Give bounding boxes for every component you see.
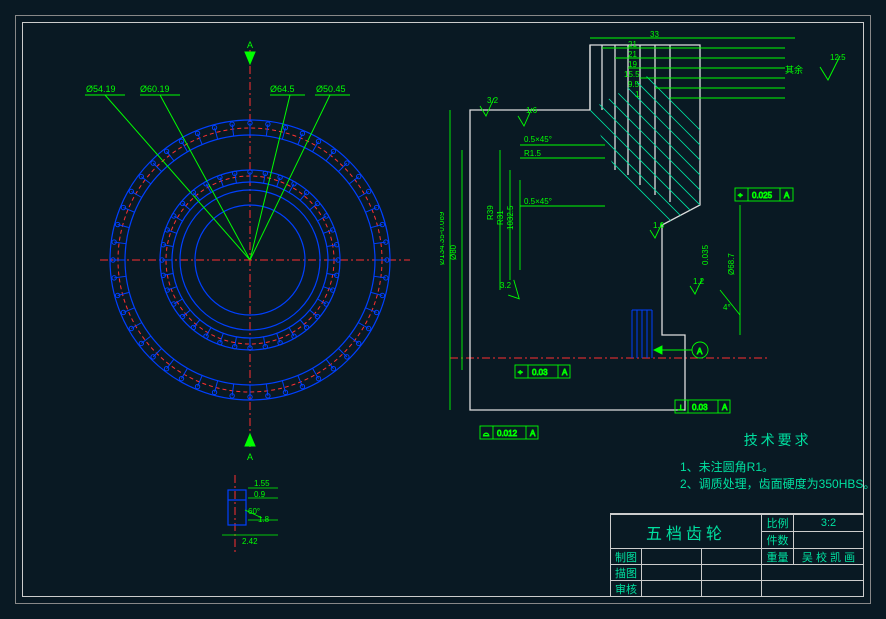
detail-2.42: 2.42 [242,537,258,546]
datum-a: A [697,347,703,356]
checker-label: 描图 [611,564,641,580]
ra-3.2-b: 3.2 [500,281,512,290]
svg-text:⌖: ⌖ [518,368,523,377]
dim-21a: 21 [628,40,637,49]
scale-value: 3:2 [793,514,863,531]
weight-label: 重量 [761,548,793,564]
dia-68: Ø68.7 [727,253,736,275]
dia-80: Ø80 [449,244,458,260]
tol-0.035: 0.035 [701,244,710,265]
corner-label: 其余 [785,64,803,75]
dim-33: 33 [650,30,659,39]
ra-1.6-b: 1.6 [653,221,665,230]
note-chamfer-2: 0.5×45° [524,197,552,206]
section-view: 33 21 21 19 15.5 9.5 1 0.5×45° R1.5 0.5×… [440,30,850,450]
detail-60: 60° [248,507,260,516]
scale-label: 比例 [761,514,793,531]
dia-label-1: Ø54.19 [86,84,116,94]
gtol-4: 0.012 [497,429,518,438]
corner-value: 12.5 [830,53,846,62]
req-line-2: 2、调质处理，齿面硬度为350HBS。 [680,475,875,492]
cad-canvas: Ø54.19 Ø60.19 Ø64.5 Ø50.45 A A [0,0,886,619]
dia-label-2: Ø60.19 [140,84,170,94]
ra-1.6-a: 1.6 [526,106,538,115]
gtol-4-d: A [530,429,536,438]
dim-9.5: 9.5 [628,80,640,89]
designer-label: 制图 [611,548,641,564]
detail-0.9: 0.9 [254,490,266,499]
count-label: 件数 [761,531,793,548]
r39: R39 [486,205,495,220]
section-marker-bottom: A [247,452,253,462]
ra-1.2: 1.2 [693,277,705,286]
ra-3.2-a: 3.2 [487,96,499,105]
note-chamfer-1: 0.5×45° [524,135,552,144]
title-block: 五档齿轮 比例 3:2 件数 制图 重量 吴 校 凯 画 描图 [610,513,864,597]
tech-requirements: 技术要求 1、未注圆角R1。 2、调质处理，齿面硬度为350HBS。 [680,430,875,492]
gtol-3: 0.03 [692,403,708,412]
req-line-1: 1、未注圆角R1。 [680,458,875,475]
note-r15: R1.5 [524,149,541,158]
dim-19: 19 [628,60,637,69]
detail-view: 1.55 0.9 1.8 2.42 60° [200,470,310,560]
detail-1.55: 1.55 [254,479,270,488]
gtol-1: 0.025 [752,191,773,200]
svg-text:⌖: ⌖ [738,191,743,200]
approver-label: 审核 [611,580,641,596]
r31: R31 [496,210,505,225]
gtol-2-d: A [562,368,568,377]
svg-text:⟂: ⟂ [678,403,684,412]
gtol-2: 0.03 [532,368,548,377]
detail-1.8: 1.8 [258,515,270,524]
dim-21b: 21 [628,50,637,59]
dia-label-3: Ø64.5 [270,84,295,94]
gtol-3-d: A [722,403,728,412]
angle-4: 4° [723,303,731,312]
r-large: 1032.5 [506,205,515,230]
dia-134: Ø134.35-0.089 [440,211,446,265]
dim-15.5: 15.5 [624,70,640,79]
dia-label-4: Ø50.45 [316,84,346,94]
dim-1: 1 [635,90,640,99]
gtol-1-d: A [784,191,790,200]
name-value: 吴 校 凯 画 [793,548,863,564]
front-view: Ø54.19 Ø60.19 Ø64.5 Ø50.45 A A [20,30,440,470]
section-marker-top: A [247,40,253,50]
part-name: 五档齿轮 [611,514,761,548]
corner-roughness: 其余 12.5 [780,45,870,85]
req-title: 技术要求 [680,430,875,450]
svg-text:⌓: ⌓ [483,429,490,438]
